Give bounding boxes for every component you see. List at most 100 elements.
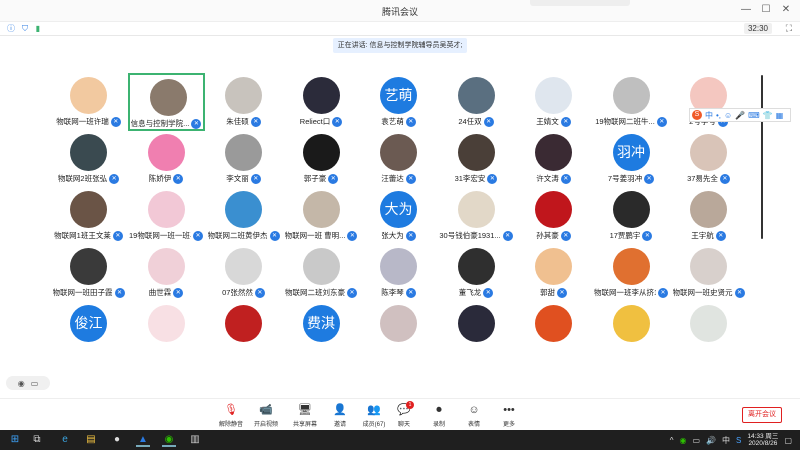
participant-tile[interactable]	[128, 301, 205, 359]
edge-browser-icon[interactable]: e	[58, 433, 72, 447]
toolbar-button[interactable]: ••• 更多	[491, 403, 527, 428]
participant-tile[interactable]	[670, 301, 747, 359]
participant-tile[interactable]: 19物联网二班牛... ✕	[593, 73, 670, 131]
toolbar-button[interactable]: ⏺ 录制	[421, 403, 457, 428]
emoji-icon[interactable]: ☺	[724, 111, 732, 120]
participant-tile[interactable]: 王宇航 ✕	[670, 187, 747, 245]
participant-tile[interactable]: 曲世霖 ✕	[128, 244, 205, 302]
participant-tile[interactable]: 30号钱伯豪1931... ✕	[438, 187, 515, 245]
wechat-icon[interactable]: ◉	[162, 433, 176, 447]
toolbar-button[interactable]: ☺ 表情	[456, 403, 492, 428]
participant-tile[interactable]: 孙其豪 ✕	[515, 187, 592, 245]
participant-tile[interactable]: 物联网1班王文莱 ✕	[50, 187, 127, 245]
participant-name: 陈娇伊	[148, 174, 172, 183]
participant-name: 07张然然	[222, 288, 253, 297]
sogou-logo-icon[interactable]: S	[692, 110, 702, 120]
participant-tile[interactable]: 艺萌 袁艺萌 ✕	[360, 73, 437, 131]
window-small-icon[interactable]: ▭	[31, 379, 39, 388]
participant-tile[interactable]: 物联网二班黄伊杰 ✕	[205, 187, 282, 245]
windows-start-icon[interactable]: ⊞	[8, 433, 22, 447]
volume-icon[interactable]: 🔊	[706, 436, 716, 445]
sogou-tray-icon[interactable]: S	[736, 436, 741, 445]
participant-tile[interactable]: 许文涛 ✕	[515, 130, 592, 188]
file-explorer-icon[interactable]: ▤	[84, 433, 98, 447]
tencent-meeting-icon[interactable]: ▲	[136, 433, 150, 447]
toolbar-button[interactable]: 💬 聊天 1	[386, 401, 422, 428]
pinned-app-icon[interactable]: ▥	[188, 433, 202, 447]
participant-tile[interactable]: 物联网二班刘东豪 ✕	[283, 244, 360, 302]
skin-icon[interactable]: 👕	[763, 111, 773, 120]
leave-meeting-button[interactable]: 离开会议	[742, 407, 782, 423]
maximize-icon[interactable]: ☐	[756, 2, 776, 18]
participant-name: 物联网2班张弘	[57, 174, 108, 183]
participant-tile[interactable]	[438, 301, 515, 359]
participant-tile[interactable]: 物联网2班张弘 ✕	[50, 130, 127, 188]
tray-expand-icon[interactable]: ^	[670, 436, 674, 445]
camera-small-icon[interactable]: ◉	[18, 379, 25, 388]
participant-tile[interactable]: 汪蕾达 ✕	[360, 130, 437, 188]
taskbar-ime[interactable]: 中	[722, 435, 730, 446]
mic-muted-icon: ✕	[560, 230, 571, 241]
participant-tile[interactable]: 07张然然 ✕	[205, 244, 282, 302]
participant-tile[interactable]: 2号李号✕	[670, 73, 747, 131]
participant-tile[interactable]: 物联网一班田子霞 ✕	[50, 244, 127, 302]
toolbar-button[interactable]: 🎙 解除静音	[213, 403, 249, 428]
toolbar-button[interactable]: 🖥 共享屏幕	[287, 403, 323, 428]
participant-tile[interactable]: 费淇	[283, 301, 360, 359]
participant-tile[interactable]: 羽冲 7号姜羽冲 ✕	[593, 130, 670, 188]
participant-avatar	[690, 191, 727, 228]
participant-avatar: 费淇	[302, 305, 340, 342]
participant-tile[interactable]: 19物联网一班一班马...✕	[128, 187, 205, 245]
participant-tile[interactable]: 董飞龙 ✕	[438, 244, 515, 302]
participant-tile[interactable]: 王婧文 ✕	[515, 73, 592, 131]
participant-tile[interactable]: 物联网一班许瑞 ✕	[50, 73, 127, 131]
participant-name-row: 物联网一班李从挤19...✕	[593, 287, 670, 298]
wechat-tray-icon[interactable]: ◉	[680, 436, 687, 445]
punctuation-icon[interactable]: •,	[716, 111, 721, 120]
participant-tile[interactable]: 大为 张大为 ✕	[360, 187, 437, 245]
participant-avatar	[612, 191, 650, 228]
participant-tile[interactable]	[593, 301, 670, 359]
participant-tile[interactable]: 郭子豪 ✕	[283, 130, 360, 188]
ime-mode[interactable]: 中	[705, 110, 713, 121]
notification-icon[interactable]: ▢	[784, 436, 792, 445]
participant-tile[interactable]: 37易先全 ✕	[670, 130, 747, 188]
network-icon[interactable]: ▭	[692, 436, 700, 445]
participant-tile[interactable]: 李文丽 ✕	[205, 130, 282, 188]
participant-tile[interactable]	[360, 301, 437, 359]
minimized-controls[interactable]: ◉ ▭	[6, 376, 50, 390]
clock[interactable]: 14:33 周三 2020/8/26	[747, 433, 778, 447]
task-view-icon[interactable]: ⧉	[30, 433, 44, 447]
participant-tile[interactable]: 朱佳硕 ✕	[205, 73, 282, 131]
participant-tile[interactable]: 物联网一班李从挤19...✕	[593, 244, 670, 302]
participant-tile[interactable]: 24任双 ✕	[438, 73, 515, 131]
shield-icon[interactable]: ⛉	[20, 24, 30, 34]
toolbox-icon[interactable]: ▦	[776, 111, 784, 120]
participant-tile[interactable]: 31李宏安 ✕	[438, 130, 515, 188]
fullscreen-icon[interactable]: ⛶	[786, 23, 792, 34]
participant-tile[interactable]: 郭甜 ✕	[515, 244, 592, 302]
participant-tile[interactable]: 物联网一班 曹明... ✕	[283, 187, 360, 245]
info-icon[interactable]: ⓘ	[6, 24, 16, 34]
participant-tile[interactable]	[205, 301, 282, 359]
signal-icon[interactable]: ▮	[33, 24, 43, 34]
ime-toolbar[interactable]: S 中 •, ☺ 🎤 ⌨ 👕 ▦	[689, 108, 791, 122]
close-icon[interactable]: ✕	[776, 2, 796, 18]
grid-scrollbar[interactable]	[761, 75, 763, 239]
participant-tile[interactable]: 物联网一班史贤元 ✕	[670, 244, 747, 302]
minimize-icon[interactable]: —	[736, 2, 756, 18]
participant-tile[interactable]: 陈娇伊 ✕	[128, 130, 205, 188]
voice-icon[interactable]: 🎤	[735, 111, 745, 120]
participant-tile[interactable]: 信息与控制学院... ✕	[127, 73, 205, 131]
mic-muted-icon: ✕	[114, 287, 125, 298]
participant-tile[interactable]: 陈李琴 ✕	[360, 244, 437, 302]
participant-tile[interactable]	[515, 301, 592, 359]
participant-tile[interactable]: 17贾鹏宇 ✕	[593, 187, 670, 245]
keyboard-icon[interactable]: ⌨	[748, 111, 760, 120]
toolbar-button[interactable]: 👤 邀请	[322, 403, 358, 428]
toolbar-button[interactable]: 📹 开启视频	[248, 403, 284, 428]
participant-tile[interactable]: Reliect口 ✕	[283, 73, 360, 131]
app-icon[interactable]: ●	[110, 433, 124, 447]
participant-tile[interactable]: 俊江	[50, 301, 127, 359]
participant-name: 郭子豪	[303, 174, 327, 183]
